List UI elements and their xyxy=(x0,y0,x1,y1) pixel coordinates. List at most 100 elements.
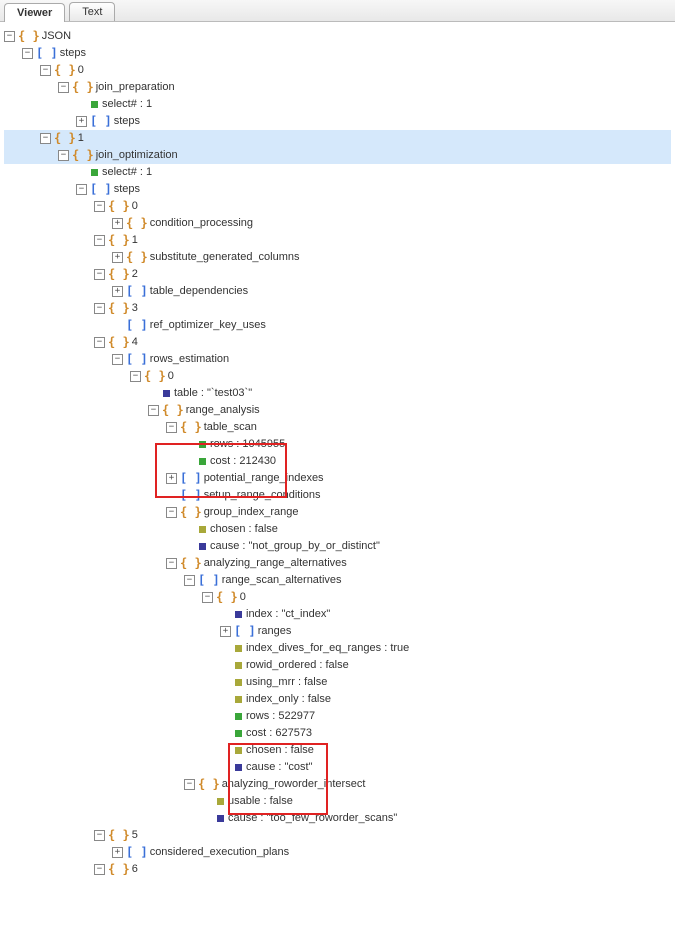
tree-row[interactable]: +{ }condition_processing xyxy=(4,215,671,232)
tree-row[interactable]: cause : "not_group_by_or_distinct" xyxy=(4,538,671,555)
collapse-icon[interactable]: − xyxy=(94,830,105,841)
collapse-icon[interactable]: − xyxy=(22,48,33,59)
object-icon: { } xyxy=(72,147,94,164)
object-icon: { } xyxy=(126,215,148,232)
expand-icon[interactable]: + xyxy=(112,218,123,229)
tree-row[interactable]: −{ }5 xyxy=(4,827,671,844)
expand-icon[interactable]: + xyxy=(76,116,87,127)
tree-row[interactable]: index_only : false xyxy=(4,691,671,708)
collapse-icon[interactable]: − xyxy=(148,405,159,416)
tree-row[interactable]: −{ }3 xyxy=(4,300,671,317)
collapse-icon[interactable]: − xyxy=(94,269,105,280)
tree-row[interactable]: cause : "too_few_roworder_scans" xyxy=(4,810,671,827)
collapse-icon[interactable]: − xyxy=(58,82,69,93)
tree-row[interactable]: +[ ]steps xyxy=(4,113,671,130)
tree-row[interactable]: −{ }2 xyxy=(4,266,671,283)
collapse-icon[interactable]: − xyxy=(94,201,105,212)
expand-icon[interactable]: + xyxy=(220,626,231,637)
object-icon: { } xyxy=(180,555,202,572)
collapse-icon[interactable]: − xyxy=(40,133,51,144)
tree-row[interactable]: rows : 522977 xyxy=(4,708,671,725)
tree-row[interactable]: −{ }4 xyxy=(4,334,671,351)
value-icon xyxy=(91,169,98,176)
array-icon: [ ] xyxy=(126,351,148,368)
collapse-icon[interactable]: − xyxy=(40,65,51,76)
collapse-icon[interactable]: − xyxy=(94,303,105,314)
value-icon xyxy=(235,747,242,754)
collapse-icon[interactable]: − xyxy=(130,371,141,382)
tree-row[interactable]: rows : 1045955 xyxy=(4,436,671,453)
tree-row[interactable]: −[ ]steps xyxy=(4,45,671,62)
object-icon: { } xyxy=(162,402,184,419)
array-icon: [ ] xyxy=(90,181,112,198)
array-icon: [ ] xyxy=(126,283,148,300)
collapse-icon[interactable]: − xyxy=(166,507,177,518)
expand-icon[interactable]: + xyxy=(112,286,123,297)
collapse-icon[interactable]: − xyxy=(94,864,105,875)
tab-viewer[interactable]: Viewer xyxy=(4,3,65,22)
tree-row[interactable]: chosen : false xyxy=(4,521,671,538)
collapse-icon[interactable]: − xyxy=(166,422,177,433)
object-icon: { } xyxy=(126,249,148,266)
tree-row[interactable]: −[ ]rows_estimation xyxy=(4,351,671,368)
tab-text[interactable]: Text xyxy=(69,2,115,21)
collapse-icon[interactable]: − xyxy=(166,558,177,569)
tree-row[interactable]: −{ }analyzing_roworder_intersect xyxy=(4,776,671,793)
tree-row[interactable]: +[ ]ranges xyxy=(4,623,671,640)
expand-icon[interactable]: + xyxy=(112,252,123,263)
tree-row[interactable]: −{ }0 xyxy=(4,62,671,79)
tree-row[interactable]: −{ }0 xyxy=(4,589,671,606)
collapse-icon[interactable]: − xyxy=(76,184,87,195)
tree-row[interactable]: cost : 212430 xyxy=(4,453,671,470)
tree-row[interactable]: cause : "cost" xyxy=(4,759,671,776)
collapse-icon[interactable]: − xyxy=(58,150,69,161)
tree-row[interactable]: −{ }table_scan xyxy=(4,419,671,436)
tree-row[interactable]: −{ }analyzing_range_alternatives xyxy=(4,555,671,572)
tree-row[interactable]: rowid_ordered : false xyxy=(4,657,671,674)
collapse-icon[interactable]: − xyxy=(184,575,195,586)
tree-row[interactable]: select# : 1 xyxy=(4,164,671,181)
tree-row[interactable]: −[ ]steps xyxy=(4,181,671,198)
array-icon: [ ] xyxy=(90,113,112,130)
tree-row[interactable]: table : "`test03`" xyxy=(4,385,671,402)
collapse-icon[interactable]: − xyxy=(184,779,195,790)
collapse-icon[interactable]: − xyxy=(4,31,15,42)
tree-row[interactable]: [ ]setup_range_conditions xyxy=(4,487,671,504)
tree-row[interactable]: using_mrr : false xyxy=(4,674,671,691)
collapse-icon[interactable]: − xyxy=(202,592,213,603)
object-icon: { } xyxy=(18,28,40,45)
tree-row[interactable]: −{ }1 xyxy=(4,232,671,249)
tree-row[interactable]: +[ ]potential_range_indexes xyxy=(4,470,671,487)
tree-row[interactable]: +{ }substitute_generated_columns xyxy=(4,249,671,266)
array-icon: [ ] xyxy=(126,844,148,861)
tree-row[interactable]: [ ]ref_optimizer_key_uses xyxy=(4,317,671,334)
tree-row[interactable]: −{ }range_analysis xyxy=(4,402,671,419)
value-icon xyxy=(235,764,242,771)
tree-row[interactable]: −{ }1 xyxy=(4,130,671,147)
tree-row[interactable]: +[ ]considered_execution_plans xyxy=(4,844,671,861)
object-icon: { } xyxy=(108,198,130,215)
value-icon xyxy=(91,101,98,108)
tree-row[interactable]: −[ ]range_scan_alternatives xyxy=(4,572,671,589)
collapse-icon[interactable]: − xyxy=(112,354,123,365)
tree-row[interactable]: −{ }join_preparation xyxy=(4,79,671,96)
collapse-icon[interactable]: − xyxy=(94,337,105,348)
object-icon: { } xyxy=(108,266,130,283)
tree-row[interactable]: chosen : false xyxy=(4,742,671,759)
value-icon xyxy=(199,526,206,533)
expand-icon[interactable]: + xyxy=(166,473,177,484)
tree-row[interactable]: +[ ]table_dependencies xyxy=(4,283,671,300)
tree-row[interactable]: −{ }0 xyxy=(4,198,671,215)
tree-row[interactable]: −{ }0 xyxy=(4,368,671,385)
tree-row[interactable]: −{ }group_index_range xyxy=(4,504,671,521)
expand-icon[interactable]: + xyxy=(112,847,123,858)
tree-row[interactable]: usable : false xyxy=(4,793,671,810)
tree-row[interactable]: index : "ct_index" xyxy=(4,606,671,623)
tree-row[interactable]: −{ }6 xyxy=(4,861,671,878)
tree-row[interactable]: index_dives_for_eq_ranges : true xyxy=(4,640,671,657)
tree-row[interactable]: select# : 1 xyxy=(4,96,671,113)
tree-row[interactable]: cost : 627573 xyxy=(4,725,671,742)
collapse-icon[interactable]: − xyxy=(94,235,105,246)
tree-row[interactable]: −{ }join_optimization xyxy=(4,147,671,164)
tree-row[interactable]: −{ }JSON xyxy=(4,28,671,45)
